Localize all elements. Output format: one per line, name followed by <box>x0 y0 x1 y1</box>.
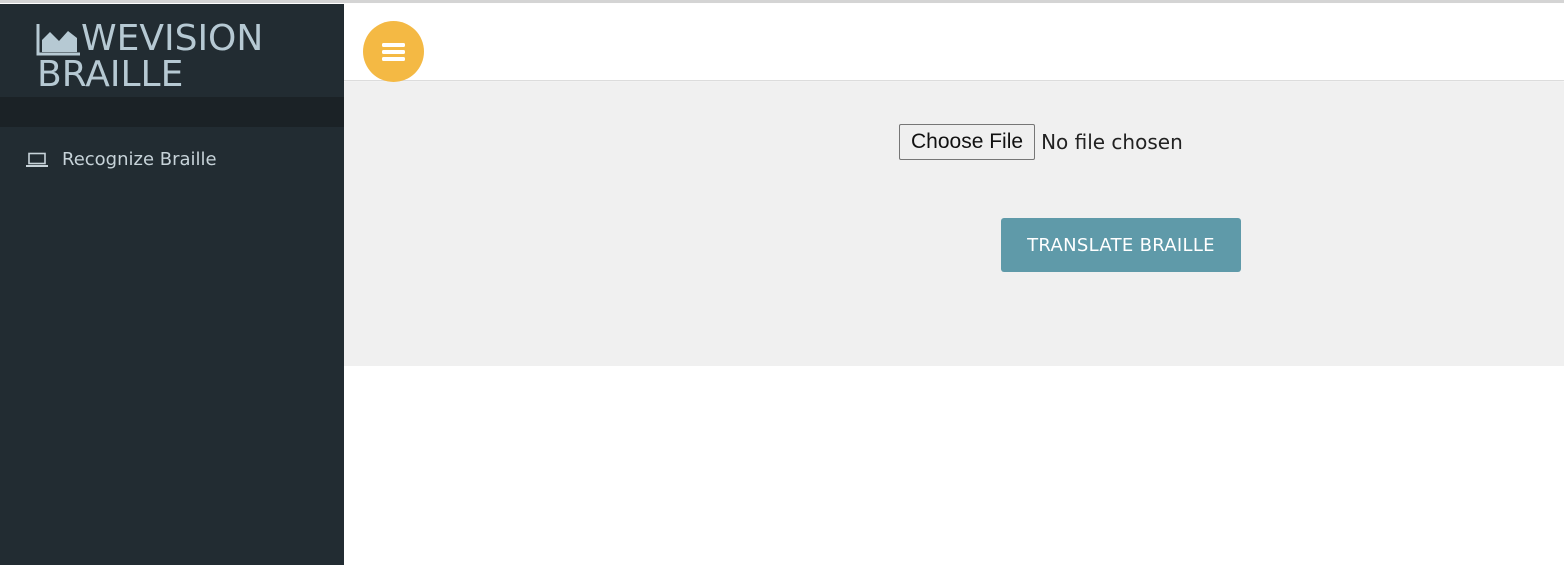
brand-title-line1: WEVISION <box>81 18 264 59</box>
sidebar: WEVISION BRAILLE Recognize Braille <box>0 4 344 565</box>
sidebar-divider <box>0 97 344 127</box>
top-border <box>0 0 1564 3</box>
menu-toggle-button[interactable] <box>363 21 424 82</box>
area-chart-icon <box>36 24 80 56</box>
brand-title-line2: BRAILLE <box>37 54 184 95</box>
file-upload-control[interactable]: Choose File No file chosen <box>899 124 1183 160</box>
sidebar-item-recognize-braille[interactable]: Recognize Braille <box>0 144 344 178</box>
main-content-panel: Choose File No file chosen TRANSLATE BRA… <box>344 82 1564 366</box>
brand-logo[interactable]: WEVISION BRAILLE <box>0 4 344 97</box>
hamburger-menu-icon <box>382 43 405 61</box>
choose-file-button[interactable]: Choose File <box>899 124 1036 160</box>
top-navbar <box>344 4 1564 82</box>
translate-braille-button[interactable]: TRANSLATE BRAILLE <box>1001 218 1241 272</box>
laptop-icon <box>26 152 48 167</box>
sidebar-item-label: Recognize Braille <box>62 149 217 170</box>
file-status-text: No file chosen <box>1041 130 1183 154</box>
